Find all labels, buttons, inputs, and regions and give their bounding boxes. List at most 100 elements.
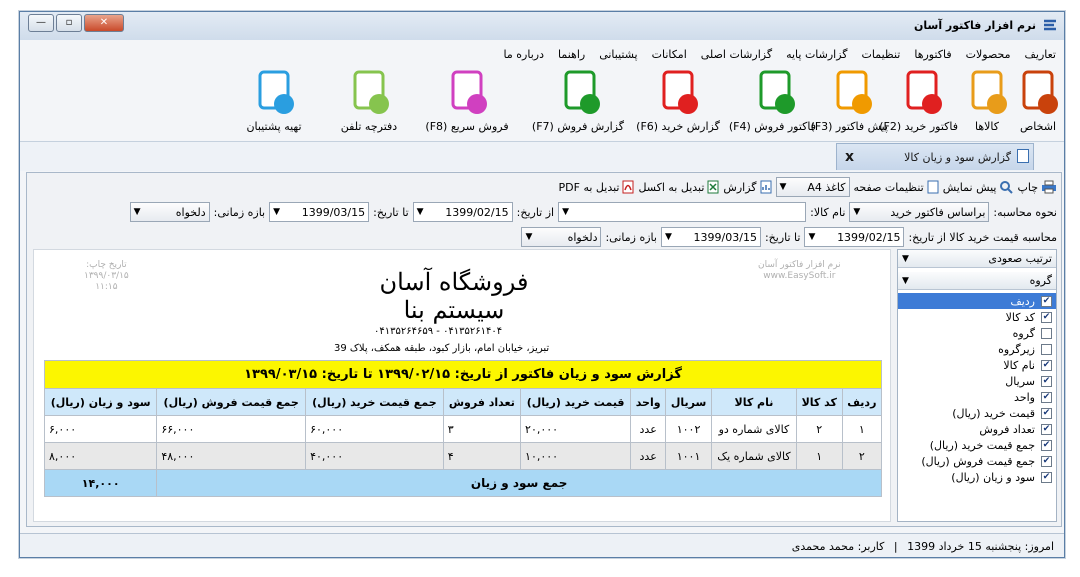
menu-item[interactable]: امکانات bbox=[646, 46, 693, 61]
price-range-select[interactable]: دلخواه ▼ bbox=[521, 227, 602, 247]
ribbon-button-proforma[interactable]: پیش فاکتور (F3) bbox=[811, 66, 888, 146]
checkbox[interactable]: ✔ bbox=[1041, 375, 1052, 387]
field-item[interactable]: ✔ تعداد فروش bbox=[898, 421, 1056, 437]
column-header: نام کالا bbox=[710, 388, 797, 416]
menu-item[interactable]: پشتیبانی bbox=[593, 46, 643, 61]
field-item[interactable]: زیرگروه bbox=[898, 341, 1056, 357]
checkbox[interactable]: ✔ bbox=[1041, 471, 1052, 483]
ribbon-button-database[interactable]: تهیه پشتیبان bbox=[228, 66, 320, 146]
column-header: جمع قیمت خرید (ریال) bbox=[305, 388, 444, 416]
report-button[interactable]: گزارش bbox=[723, 180, 772, 194]
checkbox[interactable]: ✔ bbox=[1041, 439, 1052, 451]
sort-select[interactable]: ترتیب صعودی ▼ bbox=[898, 250, 1056, 268]
from-date-value: 1399/02/15 bbox=[445, 205, 509, 219]
field-label: گروه bbox=[1012, 326, 1035, 340]
ribbon-button-box[interactable]: کالاها bbox=[962, 66, 1012, 146]
checkbox[interactable]: ✔ bbox=[1041, 359, 1052, 371]
field-item[interactable]: گروه bbox=[898, 325, 1056, 341]
checkbox[interactable] bbox=[1041, 343, 1052, 355]
price-to-date-label: تا تاریخ: bbox=[764, 230, 801, 244]
checkbox[interactable]: ✔ bbox=[1041, 455, 1052, 467]
ribbon-button-purchase-invoice[interactable]: فاکتور خرید (F2) bbox=[879, 66, 958, 146]
field-item[interactable]: ✔ کد کالا bbox=[898, 309, 1056, 325]
proforma-icon bbox=[828, 66, 876, 118]
field-item[interactable]: ✔ جمع قیمت فروش (ریال) bbox=[898, 453, 1056, 469]
menu-item[interactable]: درباره ما bbox=[498, 46, 550, 61]
print-button[interactable]: چاپ bbox=[1017, 180, 1057, 194]
field-item[interactable]: ✔ ردیف bbox=[898, 293, 1056, 309]
pdf-button[interactable]: تبدیل به PDF bbox=[559, 180, 635, 194]
product-label: نام کالا: bbox=[810, 205, 846, 219]
field-item[interactable]: ✔ واحد bbox=[898, 389, 1056, 405]
group-value: گروه bbox=[1029, 274, 1052, 287]
checkbox[interactable]: ✔ bbox=[1041, 391, 1052, 403]
close-window-button[interactable]: ✕ bbox=[84, 14, 124, 32]
to-date-input[interactable]: 1399/03/15 ▼ bbox=[269, 202, 370, 222]
table-cell: عدد bbox=[630, 415, 667, 443]
chevron-down-icon: ▼ bbox=[416, 207, 424, 217]
ribbon-button-sales-report[interactable]: گزارش فروش (F7) bbox=[532, 66, 624, 146]
ribbon-button-purchase-report[interactable]: گزارش خرید (F6) bbox=[628, 66, 728, 146]
group-select[interactable]: گروه ▼ bbox=[898, 272, 1056, 290]
calc-method-select[interactable]: براساس فاکتور خرید ▼ bbox=[849, 202, 990, 222]
database-icon bbox=[250, 66, 298, 118]
field-label: کد کالا bbox=[1005, 310, 1035, 324]
excel-button[interactable]: تبدیل به اکسل bbox=[638, 180, 719, 194]
chevron-down-icon: ▼ bbox=[562, 207, 570, 217]
checkbox[interactable]: ✔ bbox=[1041, 407, 1052, 419]
menu-item[interactable]: تنظیمات bbox=[856, 46, 907, 61]
chevron-down-icon: ▼ bbox=[902, 275, 909, 286]
table-cell: ۶۰,۰۰۰ bbox=[305, 415, 444, 443]
tab-profit-report[interactable]: گزارش سود و زیان کالا x bbox=[836, 143, 1034, 170]
magnifier-icon bbox=[1000, 181, 1014, 194]
menu-item[interactable]: راهنما bbox=[552, 46, 591, 61]
menu-item[interactable]: فاکتورها bbox=[908, 46, 957, 61]
tab-close-icon[interactable]: x bbox=[845, 149, 854, 165]
total-label: جمع سود و زیان bbox=[156, 469, 882, 497]
price-range-value: دلخواه bbox=[567, 230, 598, 244]
maximize-button[interactable]: ▫ bbox=[56, 14, 82, 32]
price-from-date-input[interactable]: 1399/02/15 ▼ bbox=[804, 227, 905, 247]
to-date-value: 1399/03/15 bbox=[301, 205, 366, 219]
menu-item[interactable]: گزارشات اصلی bbox=[695, 46, 778, 61]
price-to-date-value: 1399/03/15 bbox=[693, 230, 757, 244]
total-row: جمع سود و زیان ۱۴,۰۰۰ bbox=[43, 469, 882, 497]
time-range-select[interactable]: دلخواه ▼ bbox=[129, 202, 210, 222]
checkbox[interactable]: ✔ bbox=[1041, 423, 1052, 435]
ribbon-button-person[interactable]: اشخاص bbox=[1012, 66, 1064, 146]
report-table: گزارش سود و زیان فاکتور از تاریخ: ۱۳۹۹/۰… bbox=[43, 360, 883, 497]
minimize-button[interactable]: — bbox=[28, 14, 54, 32]
field-item[interactable]: ✔ سود و زیان (ریال) bbox=[898, 469, 1056, 485]
ribbon-label: دفترچه تلفن bbox=[340, 120, 398, 133]
preview-button[interactable]: پیش نمایش bbox=[943, 180, 1014, 194]
ribbon-button-phone[interactable]: دفترچه تلفن bbox=[334, 66, 404, 146]
product-name-input[interactable]: ▼ bbox=[558, 202, 807, 222]
page-settings-button[interactable]: تنظیمات صفحه bbox=[854, 180, 939, 194]
menu-item[interactable]: گزارشات پایه bbox=[780, 46, 853, 61]
checkbox[interactable] bbox=[1041, 327, 1052, 339]
field-label: جمع قیمت خرید (ریال) bbox=[929, 438, 1035, 452]
method-label: نحوه محاسبه: bbox=[993, 205, 1057, 219]
checkbox[interactable]: ✔ bbox=[1041, 295, 1052, 307]
paper-size-select[interactable]: کاغذ A4 ▼ bbox=[775, 177, 850, 197]
ribbon-button-cart[interactable]: فروش سریع (F8) bbox=[412, 66, 522, 146]
report-preview: تاریخ چاپ: ۱۳۹۹/۰۳/۱۵ ۱۱:۱۵ فروشگاه آسان… bbox=[33, 249, 891, 522]
field-item[interactable]: ✔ نام کالا bbox=[898, 357, 1056, 373]
table-cell: ۲ bbox=[841, 442, 883, 470]
ribbon-button-sales-invoice[interactable]: فاکتور فروش (F4) bbox=[728, 66, 816, 146]
from-date-input[interactable]: 1399/02/15 ▼ bbox=[412, 202, 513, 222]
field-item[interactable]: ✔ سریال bbox=[898, 373, 1056, 389]
checkbox[interactable]: ✔ bbox=[1041, 311, 1052, 323]
field-item[interactable]: ✔ قیمت خرید (ریال) bbox=[898, 405, 1056, 421]
report-icon bbox=[760, 180, 772, 194]
ribbon-toolbar: اشخاص کالاها فاکتور خرید (F2) پیش فاکتور (F… bbox=[20, 66, 1064, 148]
price-to-date-input[interactable]: 1399/03/15 ▼ bbox=[660, 227, 761, 247]
app-window: نرم افزار فاکتور آسان — ▫ ✕ تعاریفمحصولا… bbox=[19, 11, 1065, 558]
ribbon-label: تهیه پشتیبان bbox=[246, 120, 302, 133]
ribbon-label: فاکتور فروش (F4) bbox=[728, 120, 816, 133]
table-cell: کالای شماره دو bbox=[710, 415, 797, 443]
menu-item[interactable]: تعاریف bbox=[1019, 46, 1062, 61]
field-item[interactable]: ✔ جمع قیمت خرید (ریال) bbox=[898, 437, 1056, 453]
menu-item[interactable]: محصولات bbox=[960, 46, 1017, 61]
table-cell: ۱ bbox=[841, 415, 883, 443]
